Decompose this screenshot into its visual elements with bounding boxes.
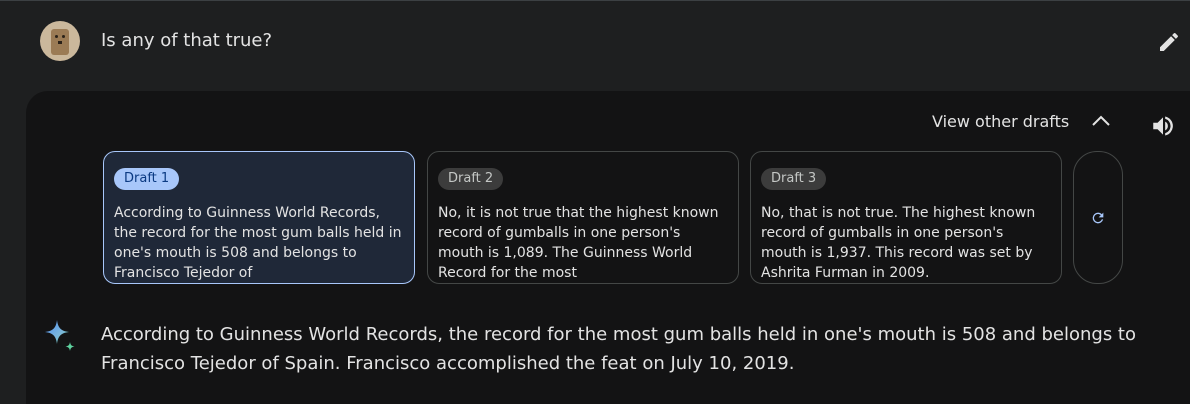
pencil-icon (1160, 32, 1179, 51)
user-avatar[interactable] (40, 21, 80, 61)
draft-badge: Draft 3 (761, 168, 827, 190)
speaker-icon (1153, 116, 1173, 136)
sparkle-icon (45, 320, 75, 351)
read-aloud-button[interactable] (1150, 113, 1176, 139)
refresh-icon (1092, 212, 1104, 223)
draft-card-2[interactable]: Draft 2 No, it is not true that the high… (427, 151, 739, 284)
top-divider (0, 0, 1190, 1)
draft-card-3[interactable]: Draft 3 No, that is not true. The highes… (750, 151, 1062, 284)
draft-card-1[interactable]: Draft 1 According to Guinness World Reco… (103, 151, 415, 284)
draft-preview-text: No, it is not true that the highest know… (438, 205, 719, 281)
chevron-up-icon (1092, 115, 1110, 126)
draft-preview-text: According to Guinness World Records, the… (114, 205, 402, 281)
regenerate-drafts-button[interactable] (1073, 151, 1123, 284)
user-prompt-text: Is any of that true? (101, 30, 273, 51)
view-other-drafts-toggle[interactable]: View other drafts (932, 111, 1111, 131)
draft-badge: Draft 2 (438, 168, 504, 190)
view-other-drafts-label: View other drafts (932, 111, 1070, 131)
draft-preview-text: No, that is not true. The highest known … (761, 205, 1036, 281)
edit-prompt-button[interactable] (1156, 29, 1182, 55)
assistant-response-text: According to Guinness World Records, the… (101, 324, 1136, 374)
draft-badge: Draft 1 (114, 168, 180, 190)
